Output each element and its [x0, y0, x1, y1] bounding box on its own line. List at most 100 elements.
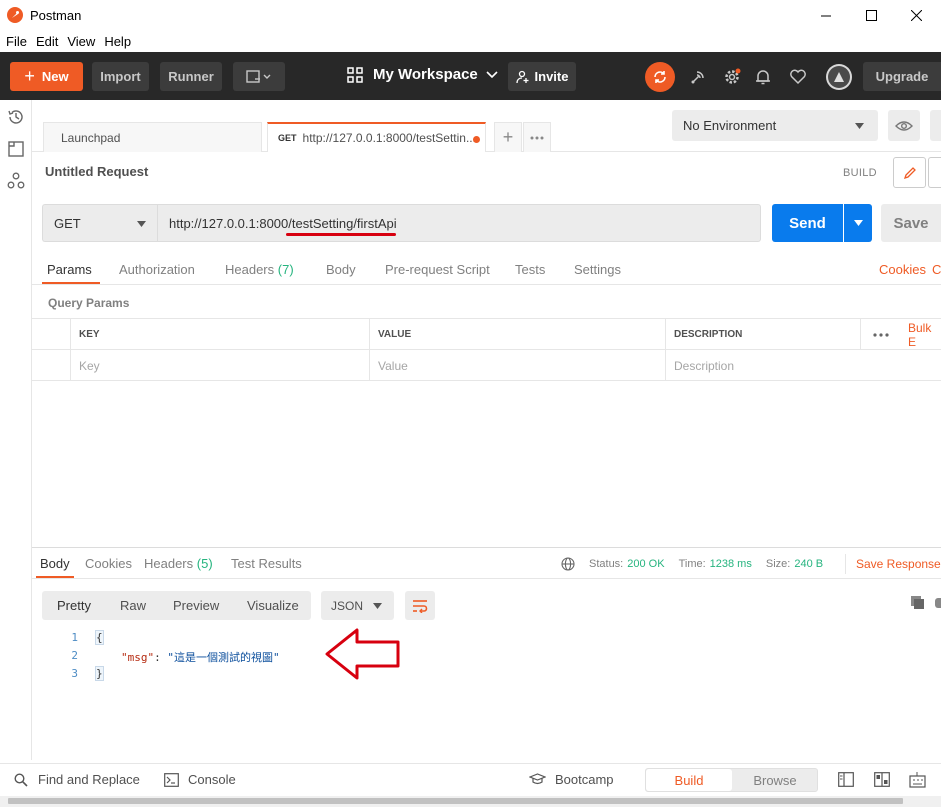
import-button[interactable]: Import — [92, 62, 149, 91]
interceptor-icon[interactable] — [687, 66, 709, 88]
edit-button[interactable] — [893, 157, 926, 188]
tab-tests[interactable]: Tests — [515, 262, 545, 277]
workspace-selector[interactable]: My Workspace — [347, 66, 498, 83]
tab-request-label: http://127.0.0.1:8000/testSettin... — [302, 131, 476, 145]
response-tab-headers[interactable]: Headers (5) — [144, 556, 213, 571]
key-input[interactable]: Key — [70, 350, 369, 381]
invite-button[interactable]: Invite — [508, 62, 576, 91]
request-title[interactable]: Untitled Request — [45, 164, 148, 179]
apis-icon[interactable] — [7, 172, 25, 190]
sync-icon[interactable] — [645, 62, 675, 92]
globe-icon[interactable] — [561, 557, 575, 571]
code-link[interactable]: C — [932, 262, 941, 277]
environment-quick-look-button[interactable] — [888, 110, 920, 141]
environment-select[interactable]: No Environment — [672, 110, 878, 141]
wrap-lines-button[interactable] — [405, 591, 435, 620]
tab-body[interactable]: Body — [326, 262, 356, 277]
tab-prerequest-script[interactable]: Pre-request Script — [385, 262, 490, 277]
view-pretty[interactable]: Pretty — [57, 598, 91, 613]
close-icon[interactable] — [893, 0, 939, 31]
status-value[interactable]: 200 OK — [627, 558, 664, 570]
tab-request-method: GET — [278, 133, 297, 143]
console-button[interactable]: Console — [164, 772, 236, 787]
build-toggle-button[interactable]: Build — [646, 769, 732, 791]
view-raw[interactable]: Raw — [120, 598, 146, 613]
response-tab-body[interactable]: Body — [40, 556, 70, 571]
annotation-arrow-icon — [325, 628, 400, 680]
heart-icon[interactable] — [787, 66, 809, 88]
save-response-button[interactable]: Save Response — [856, 557, 941, 571]
menu-edit[interactable]: Edit — [36, 34, 58, 49]
time-value[interactable]: 1238 ms — [710, 558, 752, 570]
method-select[interactable]: GET — [42, 204, 157, 242]
line-number: 3 — [71, 667, 78, 680]
send-options-button[interactable] — [844, 204, 872, 242]
two-pane-view-icon[interactable] — [838, 772, 854, 787]
tab-params[interactable]: Params — [47, 262, 92, 277]
caret-down-icon — [137, 221, 146, 227]
status-label: Status: — [589, 558, 624, 570]
bulk-edit-link[interactable]: Bulk E — [900, 319, 941, 350]
tab-headers-count: (7) — [277, 262, 294, 277]
avatar[interactable] — [826, 64, 852, 90]
history-icon[interactable] — [7, 108, 25, 126]
column-value: VALUE — [369, 319, 665, 350]
copy-icon[interactable] — [910, 595, 926, 614]
menu-view[interactable]: View — [67, 34, 95, 49]
find-replace-button[interactable]: Find and Replace — [14, 772, 140, 787]
new-window-button[interactable] — [233, 62, 285, 91]
json-key: "msg" — [121, 651, 155, 664]
tab-headers-label: Headers — [225, 262, 275, 277]
menu-help[interactable]: Help — [104, 34, 131, 49]
browse-toggle-button[interactable]: Browse — [732, 769, 818, 791]
url-input[interactable]: http://127.0.0.1:8000/testSetting/firstA… — [157, 204, 761, 242]
value-input[interactable]: Value — [369, 350, 665, 381]
tab-request[interactable]: GET http://127.0.0.1:8000/testSettin... — [267, 122, 486, 152]
tab-headers[interactable]: Headers (7) — [225, 262, 294, 277]
collections-icon[interactable] — [7, 140, 25, 158]
runner-button[interactable]: Runner — [160, 62, 222, 91]
send-button[interactable]: Send — [772, 204, 843, 242]
keyboard-shortcuts-icon[interactable] — [909, 771, 926, 788]
layout-toggle-icon[interactable] — [874, 772, 890, 787]
tab-authorization[interactable]: Authorization — [119, 262, 195, 277]
search-response-icon[interactable] — [935, 598, 941, 608]
tab-launchpad[interactable]: Launchpad — [43, 122, 262, 152]
view-visualize[interactable]: Visualize — [247, 598, 299, 613]
manage-environments-button[interactable] — [930, 110, 941, 141]
pane-divider[interactable] — [32, 547, 941, 548]
size-value[interactable]: 240 B — [794, 558, 823, 570]
maximize-icon[interactable] — [848, 0, 894, 31]
response-tab-test-results[interactable]: Test Results — [231, 556, 302, 571]
title-bar: Postman — [0, 0, 941, 31]
divider — [845, 554, 846, 574]
documentation-button[interactable] — [928, 157, 941, 188]
view-preview[interactable]: Preview — [173, 598, 219, 613]
menu-file[interactable]: File — [6, 34, 27, 49]
description-input[interactable]: Description — [665, 350, 941, 381]
minimize-icon[interactable] — [803, 0, 849, 31]
search-icon — [14, 772, 28, 787]
caret-down-icon — [373, 603, 382, 609]
format-select[interactable]: JSON — [321, 591, 394, 620]
tab-settings[interactable]: Settings — [574, 262, 621, 277]
environment-label: No Environment — [683, 118, 777, 133]
horizontal-scrollbar[interactable] — [0, 796, 941, 807]
plus-icon: + — [24, 66, 35, 86]
upgrade-button[interactable]: Upgrade — [863, 62, 941, 91]
settings-gear-icon[interactable] — [721, 66, 743, 88]
more-tabs-button[interactable] — [523, 122, 551, 152]
table-options-button[interactable] — [860, 319, 900, 350]
add-tab-button[interactable]: + — [494, 122, 522, 152]
notifications-bell-icon[interactable] — [752, 66, 774, 88]
save-button[interactable]: Save — [881, 204, 941, 242]
postman-logo-icon — [7, 7, 23, 23]
bootcamp-button[interactable]: Bootcamp — [529, 772, 614, 787]
response-tab-cookies[interactable]: Cookies — [85, 556, 132, 571]
unsaved-dot-icon — [473, 136, 480, 143]
response-tab-headers-label: Headers — [144, 556, 194, 571]
scrollbar-thumb[interactable] — [8, 798, 903, 804]
cookies-link[interactable]: Cookies — [879, 262, 926, 277]
new-button[interactable]: + New — [10, 62, 83, 91]
line-number: 1 — [71, 631, 78, 644]
